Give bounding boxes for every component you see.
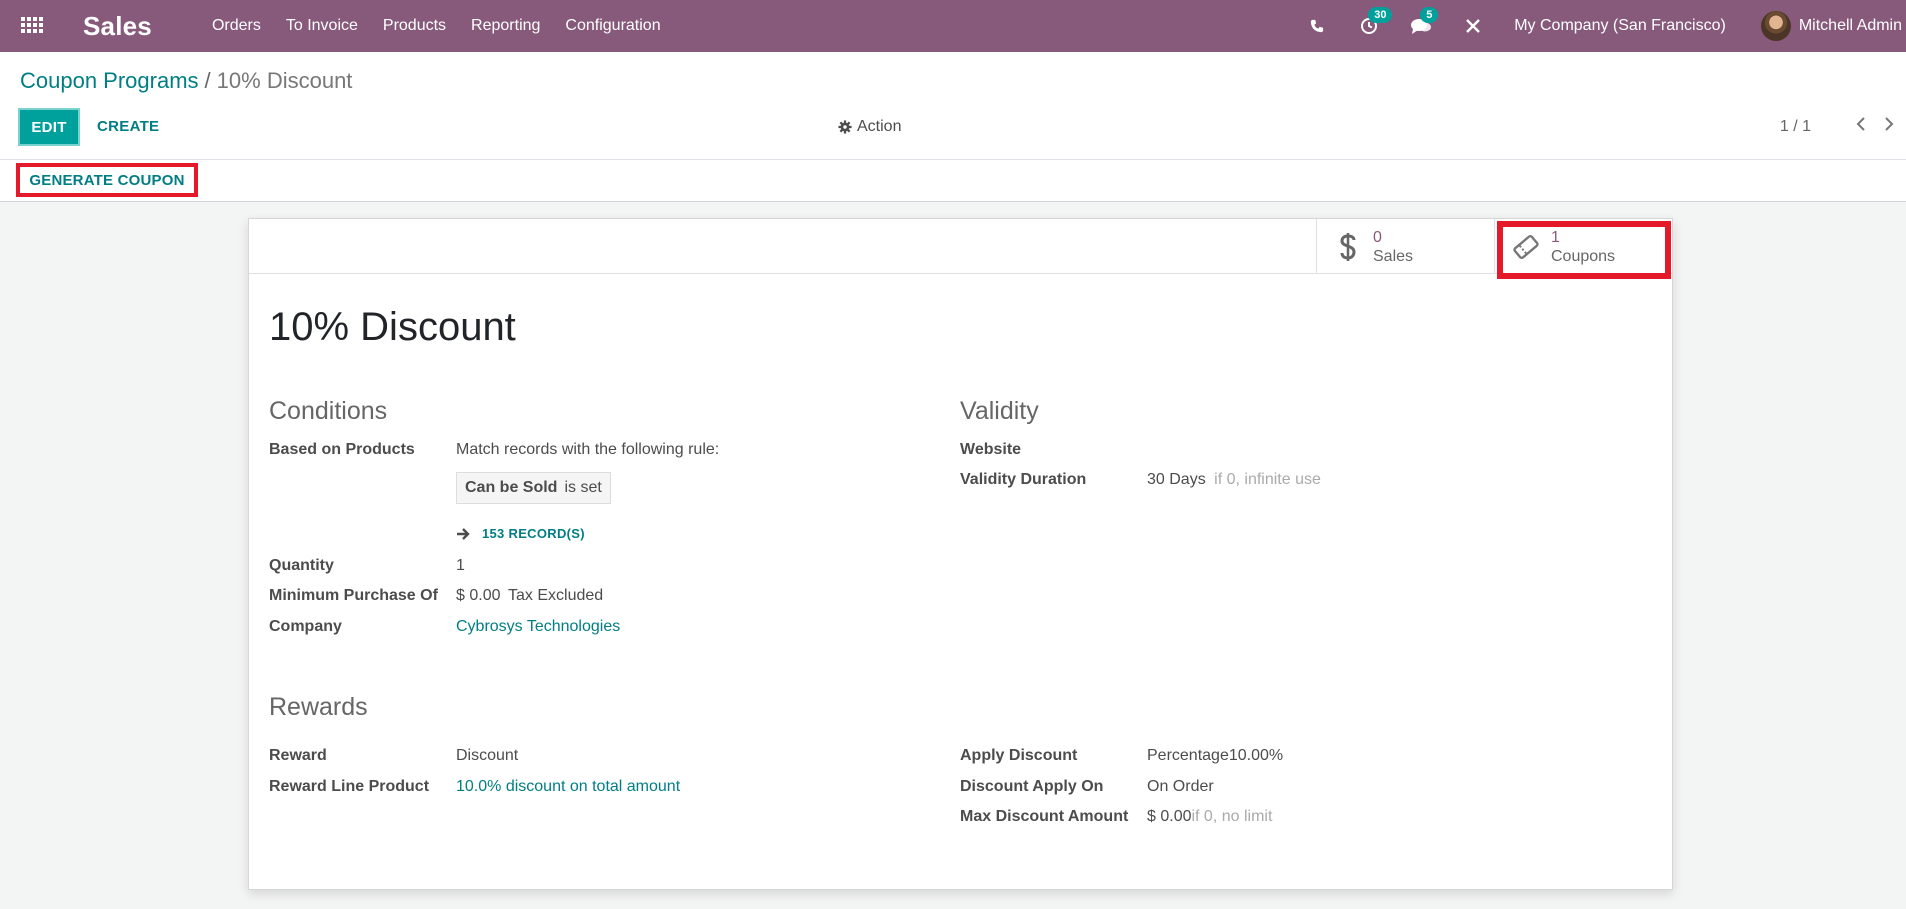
records-count: 153 RECORD(S) [482, 526, 585, 541]
activity-badge: 30 [1368, 7, 1393, 23]
website-label: Website [960, 441, 1022, 458]
conditions-heading: Conditions [269, 397, 388, 425]
apply-discount-value: Percentage10.00% [1147, 747, 1284, 764]
sales-label: Sales [1373, 247, 1414, 265]
menu-to-invoice[interactable]: To Invoice [286, 17, 358, 35]
menu-reporting[interactable]: Reporting [471, 17, 540, 35]
sales-count: 0 [1373, 228, 1382, 246]
breadcrumb-separator: / [204, 68, 211, 93]
rule-field: Can be Sold [465, 479, 558, 496]
ticket-icon [1513, 234, 1539, 259]
sales-smart-button[interactable]: 0 Sales [1316, 219, 1494, 274]
activity-clock-icon[interactable]: 30 [1358, 7, 1393, 37]
domain-rule: Can be Sold is set [456, 472, 611, 504]
gear-icon [838, 120, 852, 134]
generate-coupon-button[interactable]: GENERATE COUPON [16, 163, 198, 197]
max-discount-label: Max Discount Amount [960, 808, 1129, 825]
rule-description: Match records with the following rule: [456, 441, 720, 458]
user-avatar[interactable] [1760, 11, 1791, 41]
messages-icon[interactable]: 5 [1410, 7, 1439, 37]
quantity-value: 1 [456, 557, 465, 574]
coupons-smart-button[interactable]: 1 Coupons [1494, 219, 1672, 279]
quantity-label: Quantity [269, 557, 334, 574]
coupons-label: Coupons [1551, 247, 1616, 265]
create-button[interactable]: CREATE [97, 118, 159, 135]
coupons-count: 1 [1551, 228, 1560, 246]
form-sheet: 0 Sales 1 Coupons 10% Discount Condition… [248, 218, 1673, 890]
reward-value: Discount [456, 747, 519, 764]
chevron-left-icon[interactable] [1856, 116, 1866, 132]
pager-arrows [1856, 116, 1894, 132]
tools-icon[interactable] [1462, 15, 1484, 37]
status-bar: GENERATE COUPON [0, 160, 1906, 202]
duration-days: 30 Days [1147, 471, 1206, 488]
generate-coupon-label: GENERATE COUPON [29, 171, 185, 189]
min-purchase-value: $ 0.00 [456, 587, 501, 604]
reward-line-product-label: Reward Line Product [269, 778, 430, 795]
tax-mode-value: Tax Excluded [508, 587, 604, 604]
max-discount-hint: if 0, no limit [1191, 808, 1273, 825]
menu-products[interactable]: Products [383, 17, 446, 35]
max-discount-amount: $ 0.00 [1147, 808, 1192, 825]
menu-configuration[interactable]: Configuration [565, 17, 660, 35]
reward-label: Reward [269, 747, 327, 764]
max-discount-value: $ 0.00if 0, no limit [1147, 808, 1272, 826]
menu-orders[interactable]: Orders [212, 17, 261, 35]
company-label: Company [269, 618, 342, 635]
record-title: 10% Discount [269, 305, 516, 349]
company-link[interactable]: Cybrosys Technologies [456, 618, 620, 636]
rewards-heading: Rewards [269, 693, 368, 721]
company-switcher[interactable]: My Company (San Francisco) [1514, 17, 1726, 35]
action-label: Action [857, 118, 902, 135]
reward-line-product-link[interactable]: 10.0% discount on total amount [456, 778, 680, 796]
action-menu[interactable]: Action [838, 118, 901, 136]
duration-hint: if 0, infinite use [1214, 471, 1321, 488]
based-on-products-label: Based on Products [269, 441, 415, 458]
chevron-right-icon[interactable] [1884, 116, 1894, 132]
validity-duration-label: Validity Duration [960, 471, 1087, 488]
discount-apply-on-label: Discount Apply On [960, 778, 1104, 795]
apply-discount-label: Apply Discount [960, 747, 1078, 764]
messages-badge: 5 [1420, 7, 1439, 23]
validity-heading: Validity [960, 397, 1039, 425]
control-panel: Coupon Programs/10% Discount EDIT CREATE… [0, 52, 1906, 160]
breadcrumb-coupon-programs[interactable]: Coupon Programs [20, 68, 199, 93]
dollar-icon [1340, 232, 1356, 261]
pager-value[interactable]: 1 / 1 [1780, 118, 1811, 136]
apps-menu-icon[interactable] [21, 17, 43, 35]
rule-operator: is set [564, 479, 602, 496]
breadcrumb-current: 10% Discount [216, 68, 353, 93]
arrow-right-icon [457, 527, 470, 540]
top-navbar: Sales Orders To Invoice Products Reporti… [0, 0, 1906, 52]
records-link[interactable]: 153 RECORD(S) [456, 526, 585, 541]
min-purchase-label: Minimum Purchase Of [269, 587, 438, 604]
discount-apply-on-value: On Order [1147, 778, 1214, 795]
validity-duration-value: 30 Days if 0, infinite use [1147, 471, 1321, 489]
smart-button-box: 0 Sales 1 Coupons [249, 219, 1672, 279]
phone-icon[interactable] [1306, 15, 1328, 37]
breadcrumb: Coupon Programs/10% Discount [20, 68, 352, 94]
app-name[interactable]: Sales [83, 11, 152, 42]
edit-button[interactable]: EDIT [18, 108, 80, 146]
user-menu[interactable]: Mitchell Admin [1799, 17, 1902, 35]
